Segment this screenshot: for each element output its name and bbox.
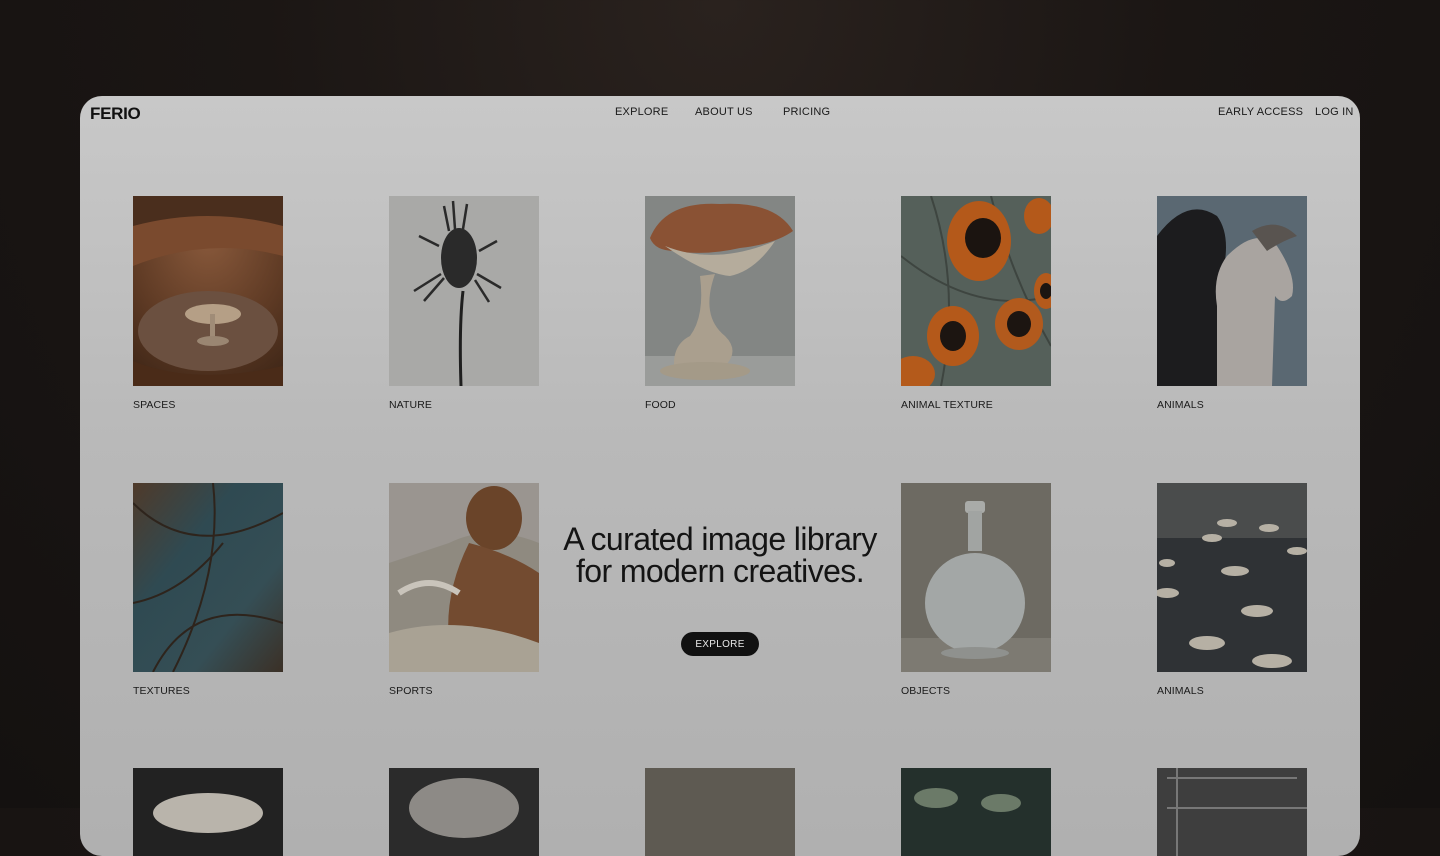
hero-title-line-2: for modern creatives. [576, 553, 865, 589]
row3-tile-2[interactable] [389, 768, 539, 856]
tile-label: FOOD [645, 399, 676, 411]
category-tile-animals[interactable]: ANIMALS [1157, 196, 1307, 411]
category-tile-food[interactable]: FOOD [645, 196, 795, 411]
row3-tile-5[interactable] [1157, 768, 1307, 856]
category-tile-objects[interactable]: OBJECTS [901, 483, 1051, 697]
row3-tile-3[interactable] [645, 768, 795, 856]
tile-label: ANIMAL TEXTURE [901, 399, 993, 411]
tile-label: SPACES [133, 399, 176, 411]
textures-image [133, 483, 283, 672]
nav-early-access[interactable]: EARLY ACCESS [1218, 106, 1303, 118]
row3-tile-4[interactable] [901, 768, 1051, 856]
sports-image [389, 483, 539, 672]
tile-label: ANIMALS [1157, 399, 1204, 411]
tile-label: ANIMALS [1157, 685, 1204, 697]
swans-image [1157, 483, 1307, 672]
category-tile-nature[interactable]: NATURE [389, 196, 539, 411]
tile-label: NATURE [389, 399, 432, 411]
spaces-image [133, 196, 283, 386]
explore-button[interactable]: EXPLORE [681, 632, 759, 656]
tile-label: SPORTS [389, 685, 433, 697]
brand-logo[interactable]: FERIO [90, 104, 141, 124]
food-image [645, 196, 795, 386]
tile-label: OBJECTS [901, 685, 951, 697]
horses-image [1157, 196, 1307, 386]
hero-title: A curated image library for modern creat… [550, 523, 890, 587]
tile-label: TEXTURES [133, 685, 190, 697]
nav-pricing[interactable]: PRICING [783, 106, 830, 118]
category-tile-textures[interactable]: TEXTURES [133, 483, 283, 697]
category-tile-sports[interactable]: SPORTS [389, 483, 539, 697]
category-tile-spaces[interactable]: SPACES [133, 196, 283, 411]
hero-title-line-1: A curated image library [563, 521, 877, 557]
nav-explore[interactable]: EXPLORE [615, 106, 668, 118]
row3-tile-1[interactable] [133, 768, 283, 856]
animal-texture-image [901, 196, 1051, 386]
nav-about-us[interactable]: ABOUT US [695, 106, 753, 118]
nature-image [389, 196, 539, 386]
category-tile-animals-swans[interactable]: ANIMALS [1157, 483, 1307, 697]
objects-image [901, 483, 1051, 672]
browser-frame: FERIO EXPLORE ABOUT US PRICING EARLY ACC… [80, 96, 1360, 856]
nav-log-in[interactable]: LOG IN [1315, 106, 1354, 118]
category-tile-animal-texture[interactable]: ANIMAL TEXTURE [901, 196, 1051, 411]
